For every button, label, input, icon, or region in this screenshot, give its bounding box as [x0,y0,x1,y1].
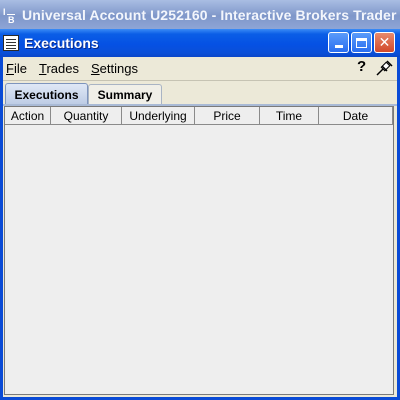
minimize-icon [334,45,343,48]
maximize-icon [356,37,367,48]
ib-app-icon: I B [2,5,20,25]
column-header-price[interactable]: Price [195,107,260,124]
column-header-time[interactable]: Time [260,107,319,124]
menu-trades[interactable]: Trades [39,61,79,76]
close-icon: ✕ [378,34,391,51]
tab-executions[interactable]: Executions [5,83,88,105]
window-menu-icon[interactable] [3,35,19,51]
window-client: File Trades Settings ? Executions Summar… [3,57,397,397]
app-titlebar[interactable]: I B Universal Account U252160 - Interact… [0,0,400,29]
menu-file[interactable]: File [6,61,27,76]
menu-bar: File Trades Settings ? [3,57,397,79]
column-header-date[interactable]: Date [319,107,393,124]
svg-text:I: I [3,7,6,17]
column-header-quantity[interactable]: Quantity [51,107,122,124]
window-title: Executions [24,35,99,51]
tab-summary[interactable]: Summary [88,84,162,104]
window-titlebar[interactable]: Executions ✕ [0,29,400,57]
column-header-action[interactable]: Action [5,107,51,124]
executions-window: Executions ✕ File Trades Settings ? Exec… [0,29,400,400]
executions-table[interactable]: Action Quantity Underlying Price Time Da… [4,106,394,395]
minimize-button[interactable] [328,32,349,53]
app-title: Universal Account U252160 - Interactive … [22,6,400,23]
maximize-button[interactable] [351,32,372,53]
table-header: Action Quantity Underlying Price Time Da… [5,107,393,125]
svg-text:B: B [8,15,15,25]
close-button[interactable]: ✕ [374,32,395,53]
menu-separator [3,80,397,81]
pin-icon[interactable] [375,60,393,77]
menu-settings[interactable]: Settings [91,61,138,76]
help-icon[interactable]: ? [357,58,366,75]
column-header-underlying[interactable]: Underlying [122,107,195,124]
